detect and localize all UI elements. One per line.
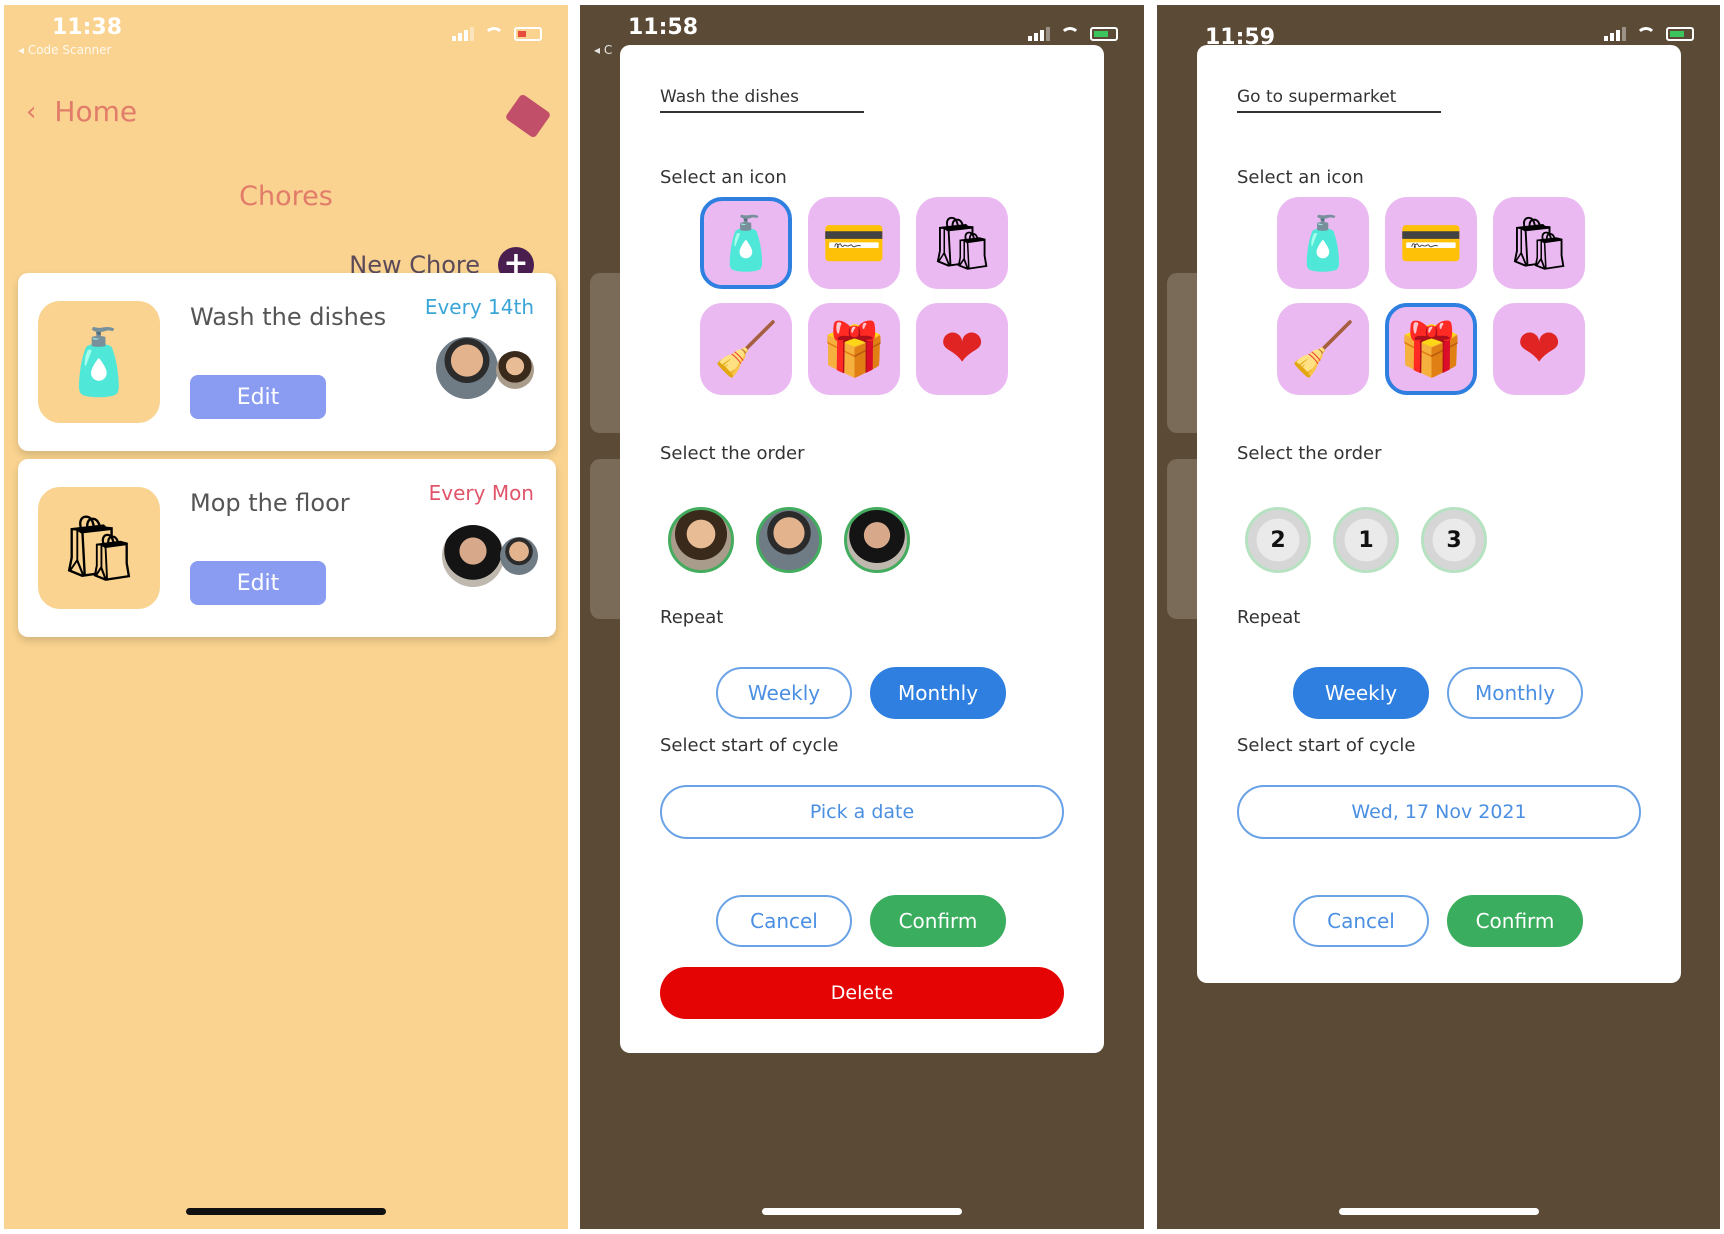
back-button[interactable]: ‹ Home <box>26 95 137 128</box>
order-avatar[interactable]: 2 <box>1245 507 1311 573</box>
edit-button[interactable]: Edit <box>190 375 326 419</box>
monthly-button[interactable]: Monthly <box>1447 667 1583 719</box>
start-cycle-label: Select start of cycle <box>660 735 839 756</box>
wifi-icon <box>1636 27 1656 41</box>
new-chore-screen: 11:59 Select an icon 🧴 💳 🛍 🧹 🎁 ❤ Select … <box>1157 5 1720 1229</box>
page-title: Chores <box>239 181 333 212</box>
heart-icon[interactable]: ❤ <box>1493 303 1585 395</box>
shopping-bags-icon[interactable]: 🎁 <box>808 303 900 395</box>
credit-card-icon[interactable]: 💳 <box>1385 197 1477 289</box>
tag-icon[interactable] <box>504 93 552 139</box>
order-list: 2 1 3 <box>1245 507 1487 573</box>
cleaning-bucket-icon[interactable]: 🧴 <box>700 197 792 289</box>
chore-name: Wash the dishes <box>190 303 387 331</box>
date-picker[interactable]: Pick a date <box>660 785 1064 839</box>
battery-icon <box>514 27 542 41</box>
back-to-app-link[interactable]: ◂ Code Scanner <box>18 43 111 57</box>
grocery-bag-icon[interactable]: 🛍 <box>1493 197 1585 289</box>
signal-icon <box>452 27 474 41</box>
avatar <box>436 337 498 399</box>
icon-grid: 🧴 💳 🛍 🧹 🎁 ❤ <box>1277 197 1585 395</box>
broom-bucket-icon[interactable]: 🧹 <box>700 303 792 395</box>
order-avatar[interactable]: 1 <box>1333 507 1399 573</box>
wifi-icon <box>484 27 504 41</box>
date-picker[interactable]: Wed, 17 Nov 2021 <box>1237 785 1641 839</box>
status-bar: 11:38 ◂ Code Scanner <box>4 5 568 61</box>
order-number: 3 <box>1446 527 1462 553</box>
chore-card[interactable]: 🛍 Mop the floor Every Mon Edit <box>18 459 556 637</box>
repeat-label: Repeat <box>660 607 724 628</box>
signal-icon <box>1028 27 1050 41</box>
back-to-app-link[interactable]: ◂ C <box>594 43 612 57</box>
status-time: 11:58 <box>628 15 699 40</box>
heart-icon[interactable]: ❤ <box>916 303 1008 395</box>
grocery-bag-icon[interactable]: 🛍 <box>916 197 1008 289</box>
order-number: 2 <box>1270 527 1286 553</box>
cancel-button[interactable]: Cancel <box>716 895 852 947</box>
chores-screen: 11:38 ◂ Code Scanner ‹ Home Chores New C… <box>4 5 568 1229</box>
chore-name: Mop the floor <box>190 489 350 517</box>
broom-bucket-icon[interactable]: 🧹 <box>1277 303 1369 395</box>
order-list <box>668 507 910 573</box>
home-indicator <box>762 1208 962 1215</box>
chore-card[interactable]: 🧴 Wash the dishes Every 14th Edit <box>18 273 556 451</box>
order-avatar[interactable] <box>668 507 734 573</box>
new-chore-dialog: Select an icon 🧴 💳 🛍 🧹 🎁 ❤ Select the or… <box>1197 45 1681 983</box>
status-icons <box>452 27 542 41</box>
cleaning-bucket-icon[interactable]: 🧴 <box>1277 197 1369 289</box>
signal-icon <box>1604 27 1626 41</box>
cancel-button[interactable]: Cancel <box>1293 895 1429 947</box>
chevron-left-icon: ‹ <box>26 96 37 127</box>
avatar <box>442 525 504 587</box>
select-icon-label: Select an icon <box>660 167 787 188</box>
monthly-button[interactable]: Monthly <box>870 667 1006 719</box>
status-icons <box>1604 27 1694 41</box>
home-indicator <box>1338 1208 1539 1215</box>
shopping-bags-icon[interactable]: 🎁 <box>1385 303 1477 395</box>
chore-name-input[interactable] <box>660 87 864 113</box>
edit-dialog: Select an icon 🧴 💳 🛍 🧹 🎁 ❤ Select the or… <box>620 45 1104 1053</box>
confirm-button[interactable]: Confirm <box>1447 895 1583 947</box>
weekly-button[interactable]: Weekly <box>716 667 852 719</box>
select-order-label: Select the order <box>1237 443 1382 464</box>
weekly-button[interactable]: Weekly <box>1293 667 1429 719</box>
repeat-label: Repeat <box>1237 607 1301 628</box>
chore-frequency: Every 14th <box>424 295 534 319</box>
battery-icon <box>1090 27 1118 41</box>
wifi-icon <box>1060 27 1080 41</box>
battery-icon <box>1666 27 1694 41</box>
delete-button[interactable]: Delete <box>660 967 1064 1019</box>
order-avatar[interactable]: 3 <box>1421 507 1487 573</box>
start-cycle-label: Select start of cycle <box>1237 735 1416 756</box>
avatar <box>500 537 538 575</box>
select-icon-label: Select an icon <box>1237 167 1364 188</box>
edit-chore-screen: 11:58 ◂ C Select an icon 🧴 💳 🛍 🧹 🎁 ❤ Sel… <box>580 5 1144 1229</box>
home-indicator <box>186 1208 386 1215</box>
order-avatar[interactable] <box>756 507 822 573</box>
edit-button[interactable]: Edit <box>190 561 326 605</box>
grocery-bag-icon: 🛍 <box>38 487 160 609</box>
icon-grid: 🧴 💳 🛍 🧹 🎁 ❤ <box>700 197 1008 395</box>
chore-frequency: Every Mon <box>428 481 534 505</box>
status-icons <box>1028 27 1118 41</box>
chore-name-input[interactable] <box>1237 87 1441 113</box>
confirm-button[interactable]: Confirm <box>870 895 1006 947</box>
order-avatar[interactable] <box>844 507 910 573</box>
order-number: 1 <box>1358 527 1374 553</box>
cleaning-bucket-icon: 🧴 <box>38 301 160 423</box>
avatar <box>496 351 534 389</box>
credit-card-icon[interactable]: 💳 <box>808 197 900 289</box>
select-order-label: Select the order <box>660 443 805 464</box>
status-time: 11:38 <box>52 15 123 40</box>
back-label: Home <box>54 95 138 128</box>
